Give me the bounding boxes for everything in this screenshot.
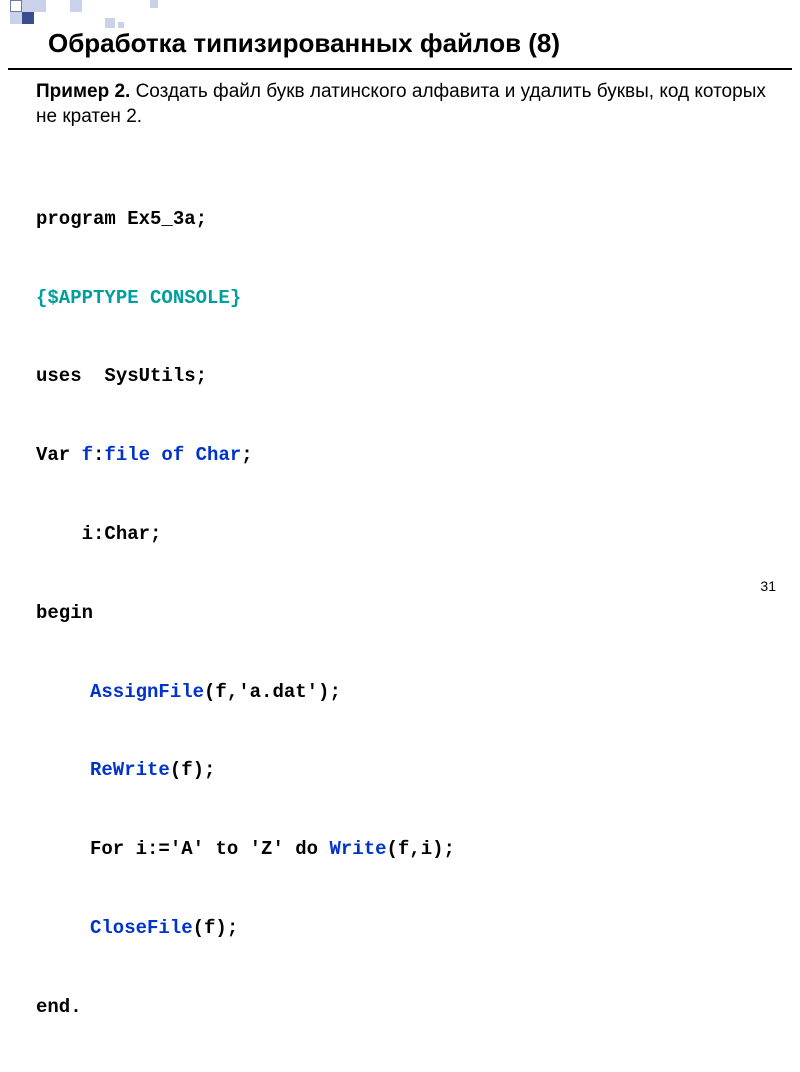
code-line-7: AssignFile(f,'a.dat');: [36, 678, 772, 707]
code-line-4: Var f:file of Char;: [36, 441, 772, 470]
code-line-1: program Ex5_3a;: [36, 205, 772, 234]
code-line-8: ReWrite(f);: [36, 756, 772, 785]
slide-title: Обработка типизированных файлов (8): [48, 28, 560, 59]
code-line-6: begin: [36, 599, 772, 628]
code-line-11: end.: [36, 993, 772, 1022]
code-line-2: {$APPTYPE CONSOLE}: [36, 284, 772, 313]
title-underline: [8, 68, 792, 70]
code-line-5: i:Char;: [36, 520, 772, 549]
code-line-3: uses SysUtils;: [36, 362, 772, 391]
page-number: 31: [760, 578, 776, 594]
slide-body: Пример 2. Создать файл букв латинского а…: [36, 80, 772, 1072]
example-paragraph: Пример 2. Создать файл букв латинского а…: [36, 80, 772, 129]
code-line-9: For i:='A' to 'Z' do Write(f,i);: [36, 835, 772, 864]
code-block: program Ex5_3a; {$APPTYPE CONSOLE} uses …: [36, 155, 772, 1071]
code-line-10: CloseFile(f);: [36, 914, 772, 943]
example-text: Создать файл букв латинского алфавита и …: [36, 81, 766, 127]
example-label: Пример 2.: [36, 81, 130, 102]
